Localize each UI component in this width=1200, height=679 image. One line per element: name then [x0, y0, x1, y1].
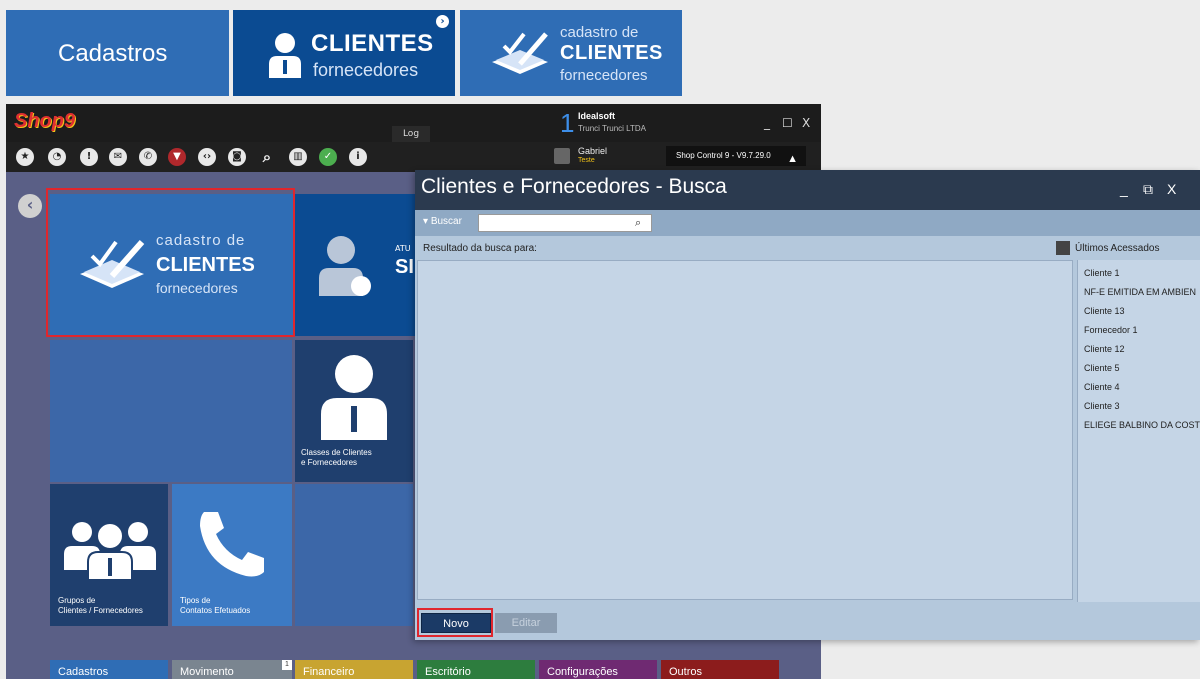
info-icon[interactable]: i	[349, 148, 367, 166]
tab-outros[interactable]: Outros	[661, 660, 779, 679]
avatar[interactable]	[554, 148, 570, 164]
phone-icon	[200, 512, 264, 577]
tile-phone-caption: Tipos de Contatos Efetuados	[180, 596, 250, 616]
star-icon[interactable]: ★	[16, 148, 34, 166]
search-toggle[interactable]: ▾ Buscar	[423, 216, 462, 227]
tile-phone-caption-2: Contatos Efetuados	[180, 606, 251, 615]
company-number: 1	[560, 108, 575, 138]
list-item[interactable]: NF-E EMITIDA EM AMBIEN	[1084, 287, 1196, 297]
tab-movimento-label: Movimento	[180, 666, 234, 678]
search-input[interactable]	[478, 214, 652, 232]
mail-icon[interactable]: ✉	[109, 148, 127, 166]
tab-escritorio[interactable]: Escritório	[417, 660, 535, 679]
tile-groups-caption-2: Clientes / Fornecedores	[58, 606, 143, 615]
tile-classes-caption: Classes de Clientes e Fornecedores	[301, 448, 372, 468]
list-item[interactable]: Cliente 13	[1084, 306, 1125, 316]
list-item[interactable]: Cliente 3	[1084, 401, 1120, 411]
breadcrumb-cadastro-clientes[interactable]: cadastro de CLIENTES fornecedores	[460, 10, 682, 96]
breadcrumb-cadastros[interactable]: Cadastros	[6, 10, 229, 96]
company-name: Idealsoft	[578, 111, 616, 121]
breadcrumb-clientes-sub: fornecedores	[313, 60, 419, 80]
history-icon	[1056, 241, 1070, 255]
list-item[interactable]: Cliente 1	[1084, 268, 1120, 278]
code-icon[interactable]: ‹›	[198, 148, 216, 166]
tile-blank-2	[295, 484, 413, 626]
tab-configuracoes[interactable]: Configurações	[539, 660, 657, 679]
highlight-box	[46, 188, 295, 337]
tile-atualizar[interactable]: ATU SI	[295, 194, 421, 336]
tab-movimento[interactable]: Movimento 1	[172, 660, 292, 679]
editar-button[interactable]: Editar	[495, 613, 557, 633]
document-sign-icon	[492, 32, 548, 74]
highlight-box	[417, 608, 493, 637]
user-role: Teste	[578, 157, 595, 164]
last-accessed-label: Últimos Acessados	[1075, 243, 1160, 254]
check-icon[interactable]: ✓	[319, 148, 337, 166]
company-desc: Trunci Trunci LTDA	[578, 124, 647, 133]
search-bar: ▾ Buscar ⌕	[415, 210, 1200, 236]
recent-list: Cliente 1 NF-E EMITIDA EM AMBIEN Cliente…	[1077, 260, 1200, 602]
chart-icon[interactable]: ▥	[289, 148, 307, 166]
maximize-button[interactable]: ☐	[782, 116, 793, 130]
version-text: Shop Control 9 - V9.7.29.0	[676, 151, 771, 160]
busca-close-button[interactable]: X	[1167, 181, 1176, 197]
result-label: Resultado da busca para:	[423, 243, 537, 254]
toolbar: ★ ◔ ! ✉ ✆ ▼ ‹› ◙ ⌕ ▥ ✓ i Gabriel Teste S…	[6, 142, 821, 172]
tile-classes[interactable]: Classes de Clientes e Fornecedores	[295, 340, 413, 482]
warning-icon[interactable]: ▲	[787, 149, 798, 169]
user-name: Gabriel	[578, 146, 608, 156]
breadcrumb-cad-sub: fornecedores	[560, 67, 648, 84]
group-icon	[64, 522, 156, 580]
busca-title: Clientes e Fornecedores - Busca	[421, 175, 727, 198]
breadcrumb-cad-title: CLIENTES	[560, 42, 663, 64]
breadcrumb-cadastros-label: Cadastros	[58, 40, 168, 67]
whatsapp-icon[interactable]: ✆	[139, 148, 157, 166]
busca-window: Clientes e Fornecedores - Busca _ ⧉ X ▾ …	[415, 170, 1200, 640]
chevron-right-icon[interactable]: ›	[436, 15, 449, 28]
person-sync-icon	[319, 236, 371, 296]
speedometer-icon[interactable]: ◔	[48, 148, 66, 166]
breadcrumb-small: cadastro de	[560, 24, 639, 41]
minimize-button[interactable]: _	[764, 116, 770, 130]
tile-groups-caption-1: Grupos de	[58, 596, 96, 605]
breadcrumb-clientes[interactable]: CLIENTES fornecedores ›	[233, 10, 455, 96]
tile-grupos[interactable]: Grupos de Clientes / Fornecedores	[50, 484, 168, 626]
camera-icon[interactable]: ◙	[228, 148, 246, 166]
tab-financeiro[interactable]: Financeiro	[295, 660, 413, 679]
tile-phone-caption-1: Tipos de	[180, 596, 211, 605]
tab-cadastros[interactable]: Cadastros	[50, 660, 168, 679]
back-button[interactable]: ‹	[18, 194, 42, 218]
close-button[interactable]: X	[802, 116, 810, 130]
breadcrumb-clientes-title: CLIENTES	[311, 30, 434, 57]
person-icon	[321, 355, 387, 440]
list-item[interactable]: Fornecedor 1	[1084, 325, 1138, 335]
list-item[interactable]: Cliente 12	[1084, 344, 1125, 354]
busca-title-bar: Clientes e Fornecedores - Busca _ ⧉ X	[415, 170, 1200, 210]
app-logo: Shop9	[14, 110, 76, 132]
tile-att-big: SI	[395, 256, 414, 278]
tile-classes-caption-1: Classes de Clientes	[301, 448, 372, 457]
busca-minimize-button[interactable]: _	[1120, 181, 1128, 197]
list-item[interactable]: ELIEGE BALBINO DA COST	[1084, 420, 1200, 430]
title-bar: Shop9 Log 1 Idealsoft Trunci Trunci LTDA…	[6, 104, 821, 142]
person-icon	[269, 33, 301, 78]
version-label: Shop Control 9 - V9.7.29.0 ▲	[666, 146, 806, 166]
tile-groups-caption: Grupos de Clientes / Fornecedores	[58, 596, 143, 616]
list-item[interactable]: Cliente 5	[1084, 363, 1120, 373]
tile-att-label: ATU	[395, 244, 411, 253]
busca-restore-button[interactable]: ⧉	[1143, 181, 1153, 198]
tile-blank	[50, 340, 292, 482]
search-icon[interactable]: ⌕	[258, 148, 276, 166]
bookmark-icon[interactable]: ▼	[168, 148, 186, 166]
search-icon[interactable]: ⌕	[635, 216, 641, 230]
tile-classes-caption-2: e Fornecedores	[301, 458, 358, 467]
tab-movimento-badge: 1	[282, 660, 292, 670]
list-item[interactable]: Cliente 4	[1084, 382, 1120, 392]
tile-tipos-contatos[interactable]: Tipos de Contatos Efetuados	[172, 484, 292, 626]
results-panel[interactable]	[417, 260, 1073, 600]
search-label: Buscar	[430, 216, 462, 227]
alert-icon[interactable]: !	[80, 148, 98, 166]
log-tab[interactable]: Log	[392, 126, 430, 142]
